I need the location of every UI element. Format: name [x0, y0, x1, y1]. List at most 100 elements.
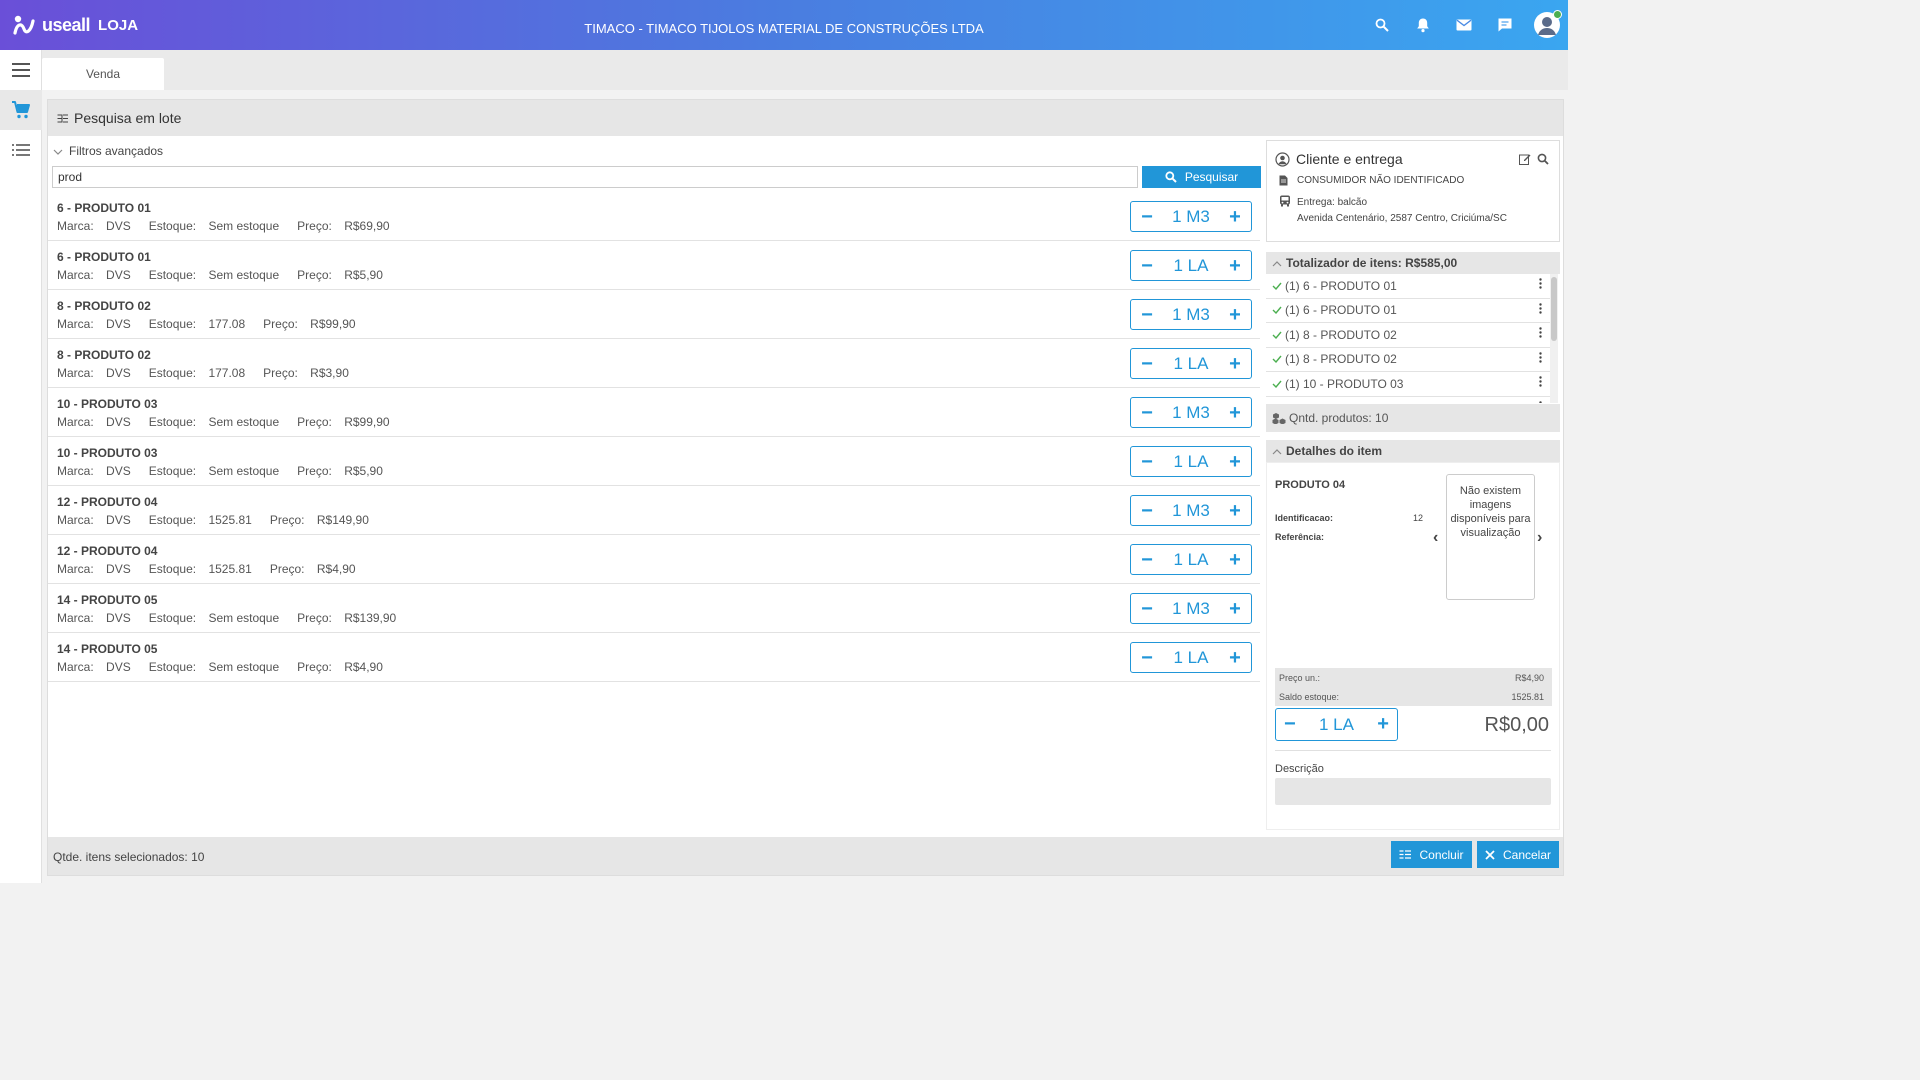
totalizer-item[interactable]: (1) 8 - PRODUTO 02	[1266, 348, 1550, 372]
price-value: R$139,90	[344, 611, 397, 625]
edit-icon[interactable]	[1519, 153, 1531, 165]
increment-button[interactable]: +	[1225, 599, 1245, 619]
user-avatar[interactable]	[1534, 10, 1562, 38]
totalizer-item[interactable]: (1) 8 - PRODUTO 02	[1266, 323, 1550, 348]
quantity-value[interactable]: 1 M3	[1172, 207, 1210, 227]
decrement-button[interactable]: −	[1137, 452, 1157, 472]
check-icon	[1272, 303, 1282, 317]
mail-icon[interactable]	[1452, 13, 1476, 37]
product-row[interactable]: 10 - PRODUTO 03 Marca: DVS Estoque: Sem es…	[48, 388, 1260, 437]
totalizer-header[interactable]: Totalizador de itens: R$585,00	[1266, 252, 1560, 274]
chevron-right-icon[interactable]: ›	[1537, 529, 1542, 547]
decrement-button[interactable]: −	[1137, 354, 1157, 374]
more-vertical-icon[interactable]	[1539, 351, 1542, 366]
price-field: Preço: R$3,90	[263, 366, 358, 380]
product-row[interactable]: 12 - PRODUTO 04 Marca: DVS Estoque: 1525.8…	[48, 535, 1260, 584]
increment-button[interactable]: +	[1377, 713, 1389, 736]
product-row[interactable]: 14 - PRODUTO 05 Marca: DVS Estoque: Sem es…	[48, 633, 1260, 682]
totalizer-item-label: (1) 8 - PRODUTO 02	[1285, 327, 1397, 342]
tab-venda[interactable]: Venda	[42, 58, 164, 90]
customer-line: CONSUMIDOR NÃO IDENTIFICADO	[1279, 175, 1464, 189]
details-header[interactable]: Detalhes do item	[1266, 440, 1560, 462]
brand-label: Marca:	[57, 611, 94, 625]
quantity-value[interactable]: 1 M3	[1172, 305, 1210, 325]
search-input[interactable]	[52, 166, 1138, 188]
product-row[interactable]: 12 - PRODUTO 04 Marca: DVS Estoque: 1525.8…	[48, 486, 1260, 535]
cart-icon[interactable]	[0, 90, 42, 130]
more-vertical-icon[interactable]	[1539, 376, 1542, 390]
stock-value: Sem estoque	[208, 611, 280, 625]
increment-button[interactable]: +	[1225, 207, 1245, 227]
product-name: 12 - PRODUTO 04	[57, 495, 158, 509]
product-row[interactable]: 10 - PRODUTO 03 Marca: DVS Estoque: Sem es…	[48, 437, 1260, 486]
increment-button[interactable]: +	[1225, 501, 1245, 521]
search-button[interactable]: Pesquisar	[1142, 166, 1261, 188]
product-row[interactable]: 8 - PRODUTO 02 Marca: DVS Estoque: 177.08 P…	[48, 339, 1260, 388]
totalizer-item[interactable]: (1) 6 - PRODUTO 01	[1266, 274, 1550, 299]
product-row[interactable]: 6 - PRODUTO 01 Marca: DVS Estoque: Sem est…	[48, 192, 1260, 241]
chat-icon[interactable]	[1493, 13, 1517, 37]
increment-button[interactable]: +	[1225, 452, 1245, 472]
search-icon[interactable]	[1370, 13, 1394, 37]
more-vertical-icon[interactable]	[1539, 278, 1542, 292]
decrement-button[interactable]: −	[1137, 599, 1157, 619]
increment-button[interactable]: +	[1225, 354, 1245, 374]
decrement-button[interactable]: −	[1137, 256, 1157, 276]
brand-value: DVS	[106, 219, 131, 233]
decrement-button[interactable]: −	[1137, 207, 1157, 227]
filters-label: Filtros avançados	[69, 144, 164, 158]
more-vertical-icon[interactable]	[1539, 302, 1542, 317]
product-info: Marca: DVS Estoque: Sem estoque Preço: R$5…	[57, 464, 401, 478]
decrement-button[interactable]: −	[1137, 403, 1157, 423]
decrement-button[interactable]: −	[1137, 305, 1157, 325]
totalizer-item[interactable]: (1) 6 - PRODUTO 01	[1266, 299, 1550, 323]
product-row[interactable]: 14 - PRODUTO 05 Marca: DVS Estoque: Sem es…	[48, 584, 1260, 633]
brand-value: DVS	[106, 317, 131, 331]
increment-button[interactable]: +	[1225, 305, 1245, 325]
product-row[interactable]: 8 - PRODUTO 02 Marca: DVS Estoque: 177.08 P…	[48, 290, 1260, 339]
more-vertical-icon[interactable]	[1539, 327, 1542, 341]
decrement-button[interactable]: −	[1137, 550, 1157, 570]
brand-value: DVS	[106, 660, 131, 674]
list-icon[interactable]	[0, 130, 42, 170]
increment-button[interactable]: +	[1225, 550, 1245, 570]
more-vertical-icon[interactable]	[1539, 400, 1542, 403]
totalizer-item[interactable]: (1) 10 - PRODUTO 03	[1266, 397, 1550, 403]
search-icon[interactable]	[1537, 153, 1549, 165]
quantity-value[interactable]: 1 LA	[1174, 256, 1209, 276]
brand-label: Marca:	[57, 660, 94, 674]
chevron-left-icon[interactable]: ‹	[1433, 529, 1438, 547]
cancelar-button[interactable]: Cancelar	[1477, 841, 1559, 868]
totalizer-scrollbar[interactable]	[1550, 274, 1558, 403]
brand-logo[interactable]: useall LOJA	[12, 13, 312, 37]
scrollbar-thumb[interactable]	[1551, 277, 1557, 341]
advanced-filters-toggle[interactable]: Filtros avançados	[53, 144, 163, 158]
quantity-value[interactable]: 1 LA	[1174, 452, 1209, 472]
detail-quantity-value[interactable]: 1 LA	[1319, 715, 1354, 735]
decrement-button[interactable]: −	[1137, 648, 1157, 668]
description-field[interactable]	[1275, 778, 1551, 805]
concluir-button[interactable]: Concluir	[1391, 841, 1472, 868]
increment-button[interactable]: +	[1225, 256, 1245, 276]
quantity-value[interactable]: 1 LA	[1174, 550, 1209, 570]
detail-product-name: PRODUTO 04	[1275, 479, 1346, 491]
totalizer-item[interactable]: (1) 10 - PRODUTO 03	[1266, 372, 1550, 397]
stock-value: 177.08	[208, 366, 246, 380]
product-row[interactable]: 6 - PRODUTO 01 Marca: DVS Estoque: Sem est…	[48, 241, 1260, 290]
quantity-value[interactable]: 1 LA	[1174, 354, 1209, 374]
quantity-value[interactable]: 1 LA	[1174, 648, 1209, 668]
panel-footer: Qtde. itens selecionados: 10 Concluir Ca…	[48, 837, 1563, 875]
decrement-button[interactable]: −	[1284, 713, 1296, 736]
increment-button[interactable]: +	[1225, 403, 1245, 423]
product-info: Marca: DVS Estoque: Sem estoque Preço: R$6…	[57, 219, 408, 233]
client-card: Cliente e entrega CONSUMIDOR NÃO IDENTIF…	[1266, 140, 1560, 242]
menu-icon[interactable]	[0, 50, 42, 90]
bell-icon[interactable]	[1411, 13, 1435, 37]
increment-button[interactable]: +	[1225, 648, 1245, 668]
quantity-stepper: −1 M3 +	[1130, 593, 1252, 624]
quantity-value[interactable]: 1 M3	[1172, 599, 1210, 619]
stock-field: Estoque: 1525.81	[149, 513, 261, 527]
decrement-button[interactable]: −	[1137, 501, 1157, 521]
quantity-value[interactable]: 1 M3	[1172, 403, 1210, 423]
quantity-value[interactable]: 1 M3	[1172, 501, 1210, 521]
